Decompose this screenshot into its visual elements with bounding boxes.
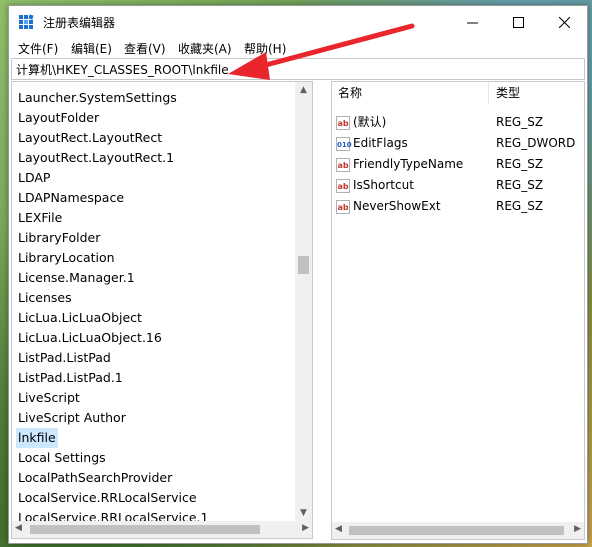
column-separator[interactable] — [488, 82, 489, 104]
tree-item[interactable]: LibraryLocation — [16, 248, 117, 268]
window-title: 注册表编辑器 — [43, 16, 116, 30]
scroll-right-arrow-icon[interactable]: ▶ — [302, 523, 309, 533]
tree-item[interactable]: LicLua.LicLuaObject — [16, 308, 144, 328]
string-value-icon: ab — [336, 157, 350, 172]
tree-item[interactable]: Local Settings — [16, 448, 108, 468]
tree-scroll-thumb[interactable] — [298, 256, 309, 274]
menu-favorites[interactable]: 收藏夹(A) — [178, 40, 232, 57]
tree-item[interactable]: LDAP — [16, 168, 52, 188]
tree-horizontal-scrollbar[interactable]: ◀ ▶ — [11, 521, 313, 539]
address-text: 计算机\HKEY_CLASSES_ROOT\lnkfile — [16, 63, 229, 77]
value-row[interactable]: ab FriendlyTypeName REG_SZ — [336, 154, 584, 175]
string-value-icon: ab — [336, 178, 350, 193]
tree-item[interactable]: LocalService.RRLocalService — [16, 488, 199, 508]
title-bar[interactable]: 注册表编辑器 — [9, 6, 587, 38]
string-value-icon: ab — [336, 115, 350, 130]
tree-vertical-scrollbar[interactable]: ▲ ▼ — [295, 82, 312, 522]
value-type: REG_DWORD — [496, 136, 576, 150]
tree-item[interactable]: Licenses — [16, 288, 74, 308]
value-row[interactable]: 010EditFlags REG_DWORD — [336, 133, 584, 154]
values-horizontal-scrollbar[interactable]: ◀ ▶ — [332, 522, 584, 539]
tree-item[interactable]: LayoutRect.LayoutRect — [16, 128, 164, 148]
key-tree-pane: Launcher.SystemSettings LayoutFolder Layou… — [11, 81, 313, 523]
string-value-icon: ab — [336, 199, 350, 214]
menu-file[interactable]: 文件(F) — [18, 40, 58, 57]
registry-editor-window: 注册表编辑器 文件(F) 编辑(E) 查看(V) 收藏夹(A) 帮助(H) 计算… — [8, 5, 588, 544]
tree-item[interactable]: LiveScript — [16, 388, 82, 408]
column-header-type[interactable]: 类型 — [496, 82, 520, 104]
tree-item[interactable]: ListPad.ListPad — [16, 348, 113, 368]
menu-bar: 文件(F) 编辑(E) 查看(V) 收藏夹(A) 帮助(H) — [9, 38, 587, 58]
tree-item[interactable]: LDAPNamespace — [16, 188, 126, 208]
close-button[interactable] — [541, 6, 587, 38]
minimize-button[interactable] — [449, 6, 495, 38]
regedit-app-icon — [19, 14, 34, 29]
value-row[interactable]: ab IsShortcut REG_SZ — [336, 175, 584, 196]
values-hscroll-thumb[interactable] — [349, 526, 564, 535]
pane-splitter[interactable] — [315, 81, 329, 538]
maximize-icon — [512, 16, 524, 28]
tree-item[interactable]: LibraryFolder — [16, 228, 102, 248]
value-row[interactable]: ab NeverShowExt REG_SZ — [336, 196, 584, 217]
value-name: NeverShowExt — [353, 199, 441, 213]
menu-edit[interactable]: 编辑(E) — [71, 40, 112, 57]
scroll-right-arrow-icon[interactable]: ▶ — [574, 524, 581, 534]
menu-view[interactable]: 查看(V) — [124, 40, 166, 57]
scroll-left-arrow-icon[interactable]: ◀ — [335, 524, 342, 534]
column-header-name[interactable]: 名称 — [338, 82, 362, 104]
value-type: REG_SZ — [496, 115, 544, 129]
value-type: REG_SZ — [496, 199, 544, 213]
tree-item[interactable]: Launcher.SystemSettings — [16, 88, 179, 108]
tree-item[interactable]: LocalPathSearchProvider — [16, 468, 174, 488]
address-bar[interactable]: 计算机\HKEY_CLASSES_ROOT\lnkfile — [11, 58, 585, 80]
value-type: REG_SZ — [496, 157, 544, 171]
tree-item[interactable]: LayoutRect.LayoutRect.1 — [16, 148, 176, 168]
value-type: REG_SZ — [496, 178, 544, 192]
menu-help[interactable]: 帮助(H) — [244, 40, 286, 57]
scroll-down-arrow-icon[interactable]: ▼ — [295, 505, 312, 522]
tree-item[interactable]: License.Manager.1 — [16, 268, 137, 288]
value-name: IsShortcut — [353, 178, 414, 192]
tree-item[interactable]: LayoutFolder — [16, 108, 101, 128]
tree-item[interactable]: LiveScript Author — [16, 408, 128, 428]
values-pane: 名称 类型 ab (默认) REG_SZ 010EditFlags REG_DWORD a… — [331, 81, 585, 540]
value-row[interactable]: ab (默认) REG_SZ — [336, 112, 584, 133]
tree-item[interactable]: LicLua.LicLuaObject.16 — [16, 328, 164, 348]
value-name: EditFlags — [353, 136, 408, 150]
tree-item[interactable]: LEXFile — [16, 208, 64, 228]
minimize-icon — [466, 22, 478, 23]
maximize-button[interactable] — [495, 6, 541, 38]
tree-hscroll-thumb[interactable] — [30, 525, 260, 534]
tree-item[interactable]: ListPad.ListPad.1 — [16, 368, 125, 388]
value-name: FriendlyTypeName — [353, 157, 464, 171]
scroll-up-arrow-icon[interactable]: ▲ — [295, 82, 312, 99]
value-name: (默认) — [353, 115, 387, 129]
binary-value-icon: 010 — [336, 136, 352, 151]
scroll-left-arrow-icon[interactable]: ◀ — [15, 523, 22, 533]
tree-item-selected[interactable]: lnkfile — [16, 428, 58, 448]
close-icon — [558, 16, 570, 28]
